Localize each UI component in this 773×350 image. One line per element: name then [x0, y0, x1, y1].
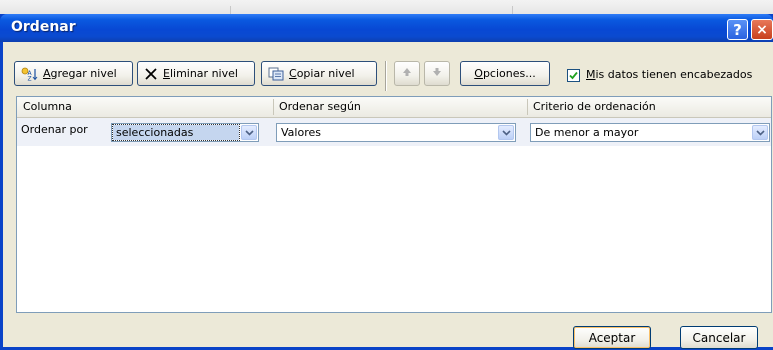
- header-column: Columna: [23, 100, 72, 113]
- close-button[interactable]: ×: [751, 19, 773, 40]
- column-dropdown-button[interactable]: [241, 125, 257, 140]
- sort-dialog: Ordenar ? × A Z Agregar nivel Eliminar n…: [0, 14, 773, 350]
- close-icon: ×: [756, 21, 768, 38]
- column-select-value: seleccionadas: [116, 126, 194, 139]
- background-strip: [0, 0, 773, 14]
- sort-level-row[interactable]: Ordenar por seleccionadas Valores De men…: [17, 118, 771, 146]
- delete-x-icon: [144, 67, 158, 81]
- chevron-down-icon: [244, 129, 254, 136]
- arrow-down-icon: [432, 67, 442, 80]
- copy-level-button[interactable]: Copiar nivel: [261, 61, 377, 86]
- cancel-button[interactable]: Cancelar: [680, 326, 758, 349]
- header-divider: [527, 99, 528, 115]
- delete-level-label: Eliminar nivel: [163, 67, 238, 80]
- help-button[interactable]: ?: [727, 19, 748, 40]
- order-select-value: De menor a mayor: [535, 126, 639, 139]
- headers-checkbox-label[interactable]: Mis datos tienen encabezados: [586, 68, 752, 81]
- options-label: Opciones...: [474, 67, 536, 80]
- help-icon: ?: [733, 20, 742, 39]
- sort-on-select-value: Valores: [281, 126, 321, 139]
- headers-checkbox[interactable]: [567, 69, 580, 82]
- order-select[interactable]: De menor a mayor: [530, 123, 770, 142]
- add-level-label: Agregar nivel: [43, 67, 117, 80]
- accept-button[interactable]: Aceptar: [573, 326, 651, 349]
- delete-level-button[interactable]: Eliminar nivel: [137, 61, 255, 86]
- move-down-button[interactable]: [424, 61, 450, 86]
- arrow-up-icon: [402, 67, 412, 80]
- title-bar[interactable]: Ordenar ? ×: [0, 14, 773, 42]
- grid-header: Columna Ordenar según Criterio de ordena…: [17, 97, 771, 118]
- dialog-client-area: A Z Agregar nivel Eliminar nivel Copiar …: [3, 42, 773, 347]
- chevron-down-icon: [755, 129, 765, 136]
- column-select[interactable]: seleccionadas: [111, 123, 259, 142]
- chevron-down-icon: [501, 129, 511, 136]
- strip-tick: [512, 6, 513, 14]
- copy-icon: [268, 67, 284, 81]
- strip-tick: [230, 6, 231, 14]
- sort-on-select[interactable]: Valores: [276, 123, 516, 142]
- move-up-button[interactable]: [394, 61, 420, 86]
- toolbar-separator: [385, 61, 387, 91]
- copy-level-label: Copiar nivel: [289, 67, 355, 80]
- checkmark-icon: [569, 71, 578, 80]
- order-dropdown-button[interactable]: [752, 125, 768, 140]
- add-level-button[interactable]: A Z Agregar nivel: [14, 61, 133, 86]
- sort-on-dropdown-button[interactable]: [498, 125, 514, 140]
- header-order: Criterio de ordenación: [533, 100, 656, 113]
- header-divider: [273, 99, 274, 115]
- add-level-icon: A Z: [21, 67, 38, 81]
- svg-text:Z: Z: [28, 75, 32, 81]
- header-sort-on: Ordenar según: [279, 100, 361, 113]
- options-button[interactable]: Opciones...: [460, 61, 550, 86]
- sort-levels-grid: Columna Ordenar según Criterio de ordena…: [16, 96, 772, 313]
- dialog-title: Ordenar: [11, 19, 76, 35]
- sort-by-label: Ordenar por: [21, 123, 88, 136]
